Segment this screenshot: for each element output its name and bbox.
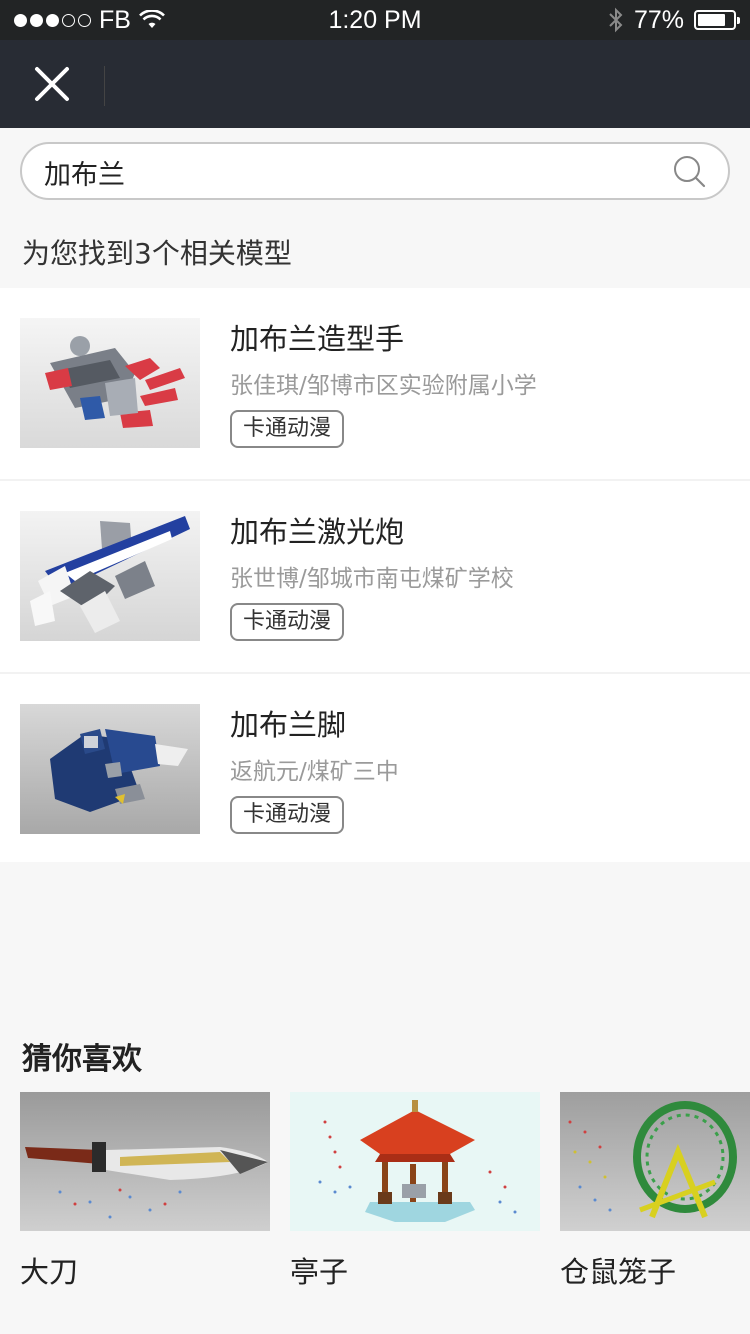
search-input[interactable] bbox=[42, 144, 646, 200]
results-list: 加布兰造型手 张佳琪/邹博市区实验附属小学 卡通动漫 加布兰激光炮 张世博/邹城… bbox=[0, 288, 750, 862]
recommendation-label[interactable]: 仓鼠笼子 bbox=[560, 1249, 750, 1291]
search-icon[interactable] bbox=[672, 154, 706, 188]
recommendation-card[interactable]: 大刀 bbox=[20, 1092, 270, 1291]
search-area bbox=[0, 128, 750, 218]
recommendation-label[interactable]: 大刀 bbox=[20, 1249, 270, 1291]
nav-divider bbox=[104, 66, 105, 106]
model-author: 张佳琪/邹博市区实验附属小学 bbox=[230, 373, 537, 399]
model-author: 张世博/邹城市南屯煤矿学校 bbox=[230, 566, 514, 592]
result-item[interactable]: 加布兰造型手 张佳琪/邹博市区实验附属小学 卡通动漫 bbox=[0, 288, 750, 481]
battery-icon bbox=[694, 10, 740, 30]
nav-bar bbox=[0, 40, 750, 128]
recommendation-image[interactable] bbox=[560, 1092, 750, 1231]
model-author: 返航元/煤矿三中 bbox=[230, 759, 399, 785]
category-tag[interactable]: 卡通动漫 bbox=[230, 796, 345, 834]
search-box[interactable] bbox=[20, 142, 730, 200]
recommendations-title: 猜你喜欢 bbox=[22, 1042, 142, 1077]
result-item[interactable]: 加布兰脚 返航元/煤矿三中 卡通动漫 bbox=[0, 674, 750, 862]
recommendation-image[interactable] bbox=[290, 1092, 540, 1231]
bluetooth-icon bbox=[609, 7, 623, 33]
model-thumbnail[interactable] bbox=[20, 511, 200, 641]
model-title[interactable]: 加布兰激光炮 bbox=[230, 509, 404, 551]
recommendation-image[interactable] bbox=[20, 1092, 270, 1231]
recommendation-card[interactable]: 亭子 bbox=[290, 1092, 540, 1291]
recommendation-card[interactable]: 仓鼠笼子 bbox=[560, 1092, 750, 1291]
result-count: 为您找到3个相关模型 bbox=[22, 237, 292, 270]
model-thumbnail[interactable] bbox=[20, 318, 200, 448]
recommendation-label[interactable]: 亭子 bbox=[290, 1249, 540, 1291]
model-thumbnail[interactable] bbox=[20, 704, 200, 834]
model-title[interactable]: 加布兰造型手 bbox=[230, 316, 404, 358]
category-tag[interactable]: 卡通动漫 bbox=[230, 410, 345, 448]
close-icon[interactable] bbox=[30, 62, 74, 106]
status-right: 77% bbox=[608, 0, 740, 40]
status-bar: FB 1:20 PM 77% bbox=[0, 0, 750, 40]
category-tag[interactable]: 卡通动漫 bbox=[230, 603, 345, 641]
result-item[interactable]: 加布兰激光炮 张世博/邹城市南屯煤矿学校 卡通动漫 bbox=[0, 481, 750, 674]
battery-percent: 77% bbox=[633, 5, 684, 34]
recommendations-carousel[interactable]: 大刀 亭子 仓鼠笼子 bbox=[20, 1092, 750, 1322]
model-title[interactable]: 加布兰脚 bbox=[230, 702, 346, 744]
